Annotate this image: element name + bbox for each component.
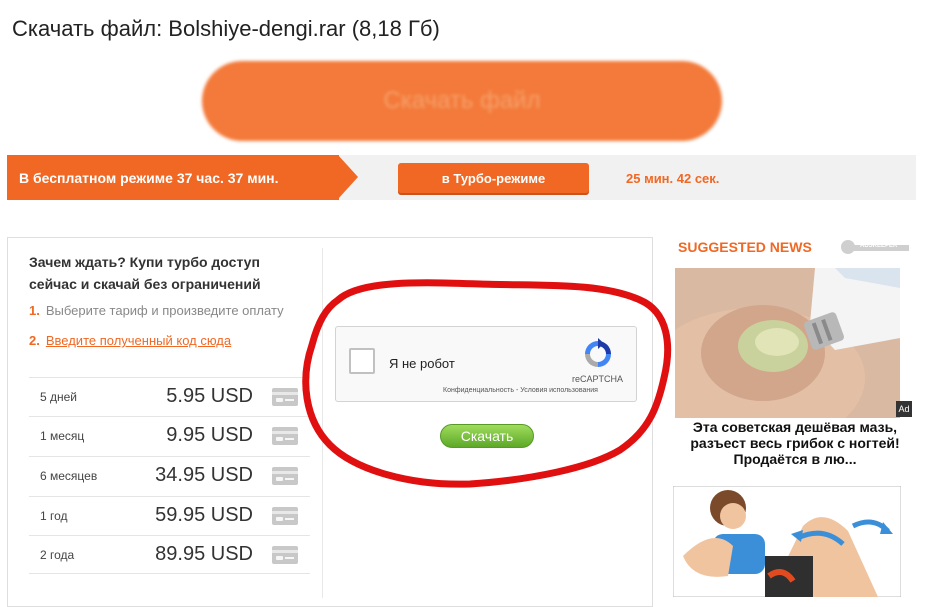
news-image[interactable] (675, 268, 900, 418)
news-image[interactable] (673, 486, 901, 597)
news-caption[interactable]: Эта советская дешёвая мазь, разъест весь… (678, 419, 912, 467)
adkeeper-logo[interactable]: ADSKEEPER (841, 240, 911, 254)
ad-badge: Ad (896, 401, 912, 417)
adkeeper-label: ADSKEEPER (860, 243, 898, 249)
suggested-news-heading: SUGGESTED NEWS (678, 239, 812, 255)
